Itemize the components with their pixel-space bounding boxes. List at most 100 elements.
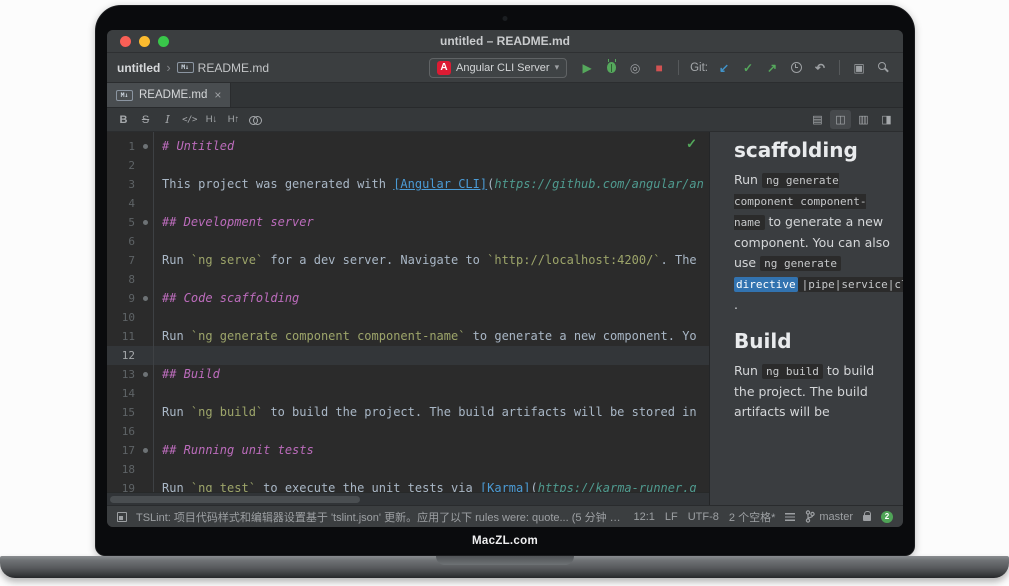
fold-column[interactable]: [139, 289, 153, 308]
editor-line[interactable]: 6: [107, 232, 709, 251]
run-button[interactable]: ▶: [577, 57, 597, 79]
caret-position[interactable]: 12:1: [633, 511, 654, 523]
editor-line[interactable]: 3This project was generated with [Angula…: [107, 175, 709, 194]
header-level-up-button[interactable]: H↑: [223, 110, 244, 129]
toolbar-separator: [839, 60, 840, 75]
header-level-down-button[interactable]: H↓: [201, 110, 222, 129]
git-branch-widget[interactable]: master: [805, 510, 853, 523]
fold-column: [139, 479, 153, 492]
editor-line[interactable]: 16: [107, 422, 709, 441]
line-number: 4: [107, 194, 139, 213]
column-mode-icon[interactable]: [785, 513, 795, 521]
editor-hscrollbar[interactable]: [107, 492, 709, 505]
tab-readme[interactable]: M↓ README.md ×: [107, 83, 231, 107]
rollback-button[interactable]: ↶: [810, 57, 830, 79]
editor-line[interactable]: 2: [107, 156, 709, 175]
bug-icon: [607, 62, 616, 73]
fold-column: [139, 422, 153, 441]
debug-button[interactable]: [601, 57, 621, 79]
fold-marker-icon[interactable]: [143, 144, 148, 149]
line-number: 13: [107, 365, 139, 384]
fold-marker-icon[interactable]: [143, 296, 148, 301]
preview-paragraph: Run ng build to build the project. The b…: [734, 361, 893, 422]
editor-line[interactable]: 15Run `ng build` to build the project. T…: [107, 403, 709, 422]
tab-close-icon[interactable]: ×: [214, 88, 221, 102]
git-label: Git:: [690, 62, 708, 74]
minimize-window-button[interactable]: [139, 36, 150, 47]
editor-line[interactable]: 12: [107, 346, 709, 365]
show-editor-and-preview-button[interactable]: ◫: [830, 110, 851, 129]
show-preview-only-button[interactable]: ▥: [853, 110, 874, 129]
detach-preview-button[interactable]: ◨: [876, 110, 897, 129]
editor-line[interactable]: 7Run `ng serve` for a dev server. Naviga…: [107, 251, 709, 270]
breadcrumb-project[interactable]: untitled: [117, 61, 160, 75]
fold-column[interactable]: [139, 137, 153, 156]
editor-line[interactable]: 8: [107, 270, 709, 289]
vcs-update-button[interactable]: ↙: [714, 57, 734, 79]
code-span-button[interactable]: </>: [179, 110, 200, 129]
fold-marker-icon[interactable]: [143, 220, 148, 225]
editor-line[interactable]: 10: [107, 308, 709, 327]
tool-windows-button[interactable]: [117, 512, 127, 522]
strikethrough-button[interactable]: S: [135, 110, 156, 129]
vcs-commit-button[interactable]: ✓: [738, 57, 758, 79]
fold-column: [139, 384, 153, 403]
line-number: 12: [107, 346, 139, 365]
line-separator[interactable]: LF: [665, 511, 678, 523]
vcs-push-button[interactable]: ↗: [762, 57, 782, 79]
close-window-button[interactable]: [120, 36, 131, 47]
fold-column: [139, 403, 153, 422]
bold-button[interactable]: B: [113, 110, 134, 129]
markdown-toolbar: B S I </> H↓ H↑ ▤ ◫ ▥ ◨: [107, 108, 903, 132]
editor-line[interactable]: 14: [107, 384, 709, 403]
preview-heading: Build: [734, 329, 893, 353]
fold-marker-icon[interactable]: [143, 372, 148, 377]
show-editor-only-button[interactable]: ▤: [807, 110, 828, 129]
italic-button[interactable]: I: [157, 110, 178, 129]
notification-badge[interactable]: 2: [881, 511, 893, 523]
editor-line[interactable]: 17## Running unit tests: [107, 441, 709, 460]
editor-line[interactable]: 19Run `ng test` to execute the unit test…: [107, 479, 709, 492]
line-number: 18: [107, 460, 139, 479]
fold-column: [139, 270, 153, 289]
fold-column: [139, 175, 153, 194]
editor-pane[interactable]: 1# Untitled23This project was generated …: [107, 132, 709, 505]
run-config-select[interactable]: A Angular CLI Server ▾: [429, 58, 567, 78]
editor-line[interactable]: 1# Untitled: [107, 137, 709, 156]
inspection-status-icon[interactable]: ✓: [686, 136, 697, 152]
history-button[interactable]: [786, 57, 806, 79]
line-number: 17: [107, 441, 139, 460]
restore-windows-button[interactable]: ▣: [849, 57, 869, 79]
fold-column[interactable]: [139, 365, 153, 384]
insert-link-button[interactable]: [245, 110, 266, 129]
lock-icon[interactable]: [863, 515, 871, 521]
hscrollbar-thumb[interactable]: [110, 496, 360, 503]
search-everywhere-button[interactable]: [873, 57, 893, 79]
line-number: 7: [107, 251, 139, 270]
markdown-file-icon: M↓: [116, 90, 133, 101]
laptop-brand: MacZL.com: [96, 535, 914, 547]
coverage-button[interactable]: ◎: [625, 57, 645, 79]
line-number: 16: [107, 422, 139, 441]
file-encoding[interactable]: UTF-8: [688, 511, 719, 523]
fold-column[interactable]: [139, 213, 153, 232]
editor-line[interactable]: 11Run `ng generate component component-n…: [107, 327, 709, 346]
status-widgets: 12:1 LF UTF-8 2 个空格* master: [633, 509, 893, 525]
indent-info[interactable]: 2 个空格*: [729, 509, 775, 525]
fold-marker-icon[interactable]: [143, 448, 148, 453]
markdown-preview-pane[interactable]: scaffoldingRun ng generate component com…: [709, 132, 903, 505]
base-notch: [436, 556, 574, 565]
line-text: This project was generated with [Angular…: [162, 175, 704, 194]
editor-line[interactable]: 9## Code scaffolding: [107, 289, 709, 308]
breadcrumb-file[interactable]: README.md: [198, 61, 269, 75]
fold-column[interactable]: [139, 441, 153, 460]
line-number: 14: [107, 384, 139, 403]
stop-button[interactable]: ■: [649, 57, 669, 79]
editor-line[interactable]: 18: [107, 460, 709, 479]
editor-line[interactable]: 5## Development server: [107, 213, 709, 232]
zoom-window-button[interactable]: [158, 36, 169, 47]
fold-column: [139, 327, 153, 346]
editor-line[interactable]: 13## Build: [107, 365, 709, 384]
editor-scroll-area[interactable]: 1# Untitled23This project was generated …: [107, 132, 709, 492]
editor-line[interactable]: 4: [107, 194, 709, 213]
